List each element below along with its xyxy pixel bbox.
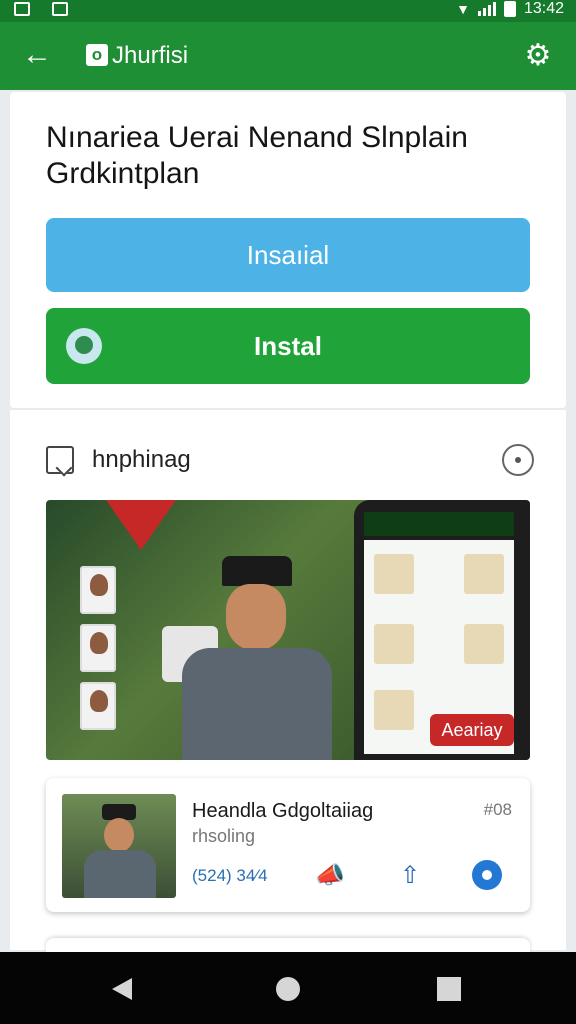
hero-image[interactable]: Aeariay	[46, 500, 530, 760]
person-figure	[162, 556, 342, 760]
megaphone-icon[interactable]: 📣	[314, 860, 346, 892]
back-triangle-icon[interactable]	[112, 978, 132, 1000]
status-notifications	[14, 2, 68, 16]
battery-icon	[503, 1, 516, 17]
status-bar: ▼ 13:42	[0, 0, 576, 22]
app-bar: ← o Jhurfisi ⚙	[0, 22, 576, 90]
body-shape	[84, 850, 156, 898]
photo-frame	[80, 682, 116, 730]
notification-icon	[14, 2, 30, 16]
media-card: hnphinag Aeariay Heandla Gdgoltaiiag rhs…	[10, 410, 566, 952]
primary-action-button[interactable]: Insaıial	[46, 218, 530, 292]
phone-app-bar	[364, 512, 514, 536]
profile-thumb	[464, 554, 504, 594]
eye-icon[interactable]	[472, 860, 502, 890]
share-upload-icon[interactable]: ⇧	[394, 860, 426, 892]
notification-icon	[52, 2, 68, 16]
app-logo: o	[86, 44, 108, 66]
section-header: hnphinag	[46, 440, 536, 480]
system-nav-bar	[0, 952, 576, 1024]
recents-square-icon[interactable]	[437, 977, 461, 1001]
photo-frame	[80, 624, 116, 672]
hat-shape	[222, 556, 292, 586]
signal-icon	[477, 2, 496, 16]
item-thumbnail	[62, 794, 176, 898]
item-title: Heandla Gdgoltaiiag	[192, 800, 374, 822]
list-item[interactable]: Heandla Gdgoltaiiag rhsoling #08 (524) 3…	[46, 778, 530, 912]
profile-thumb	[374, 624, 414, 664]
primary-action-label: Insaıial	[246, 239, 330, 270]
hero-tag-button[interactable]: Aeariay	[430, 714, 514, 746]
main-card: Nınariea Uerai Nenand Slnplain Grdkintpl…	[10, 92, 566, 408]
wifi-icon: ▼	[456, 1, 470, 17]
page-headline: Nınariea Uerai Nenand Slnplain Grdkintpl…	[46, 121, 468, 190]
body-shape	[182, 648, 332, 760]
arrow-left-icon: ←	[22, 38, 52, 71]
section-title: hnphinag	[92, 446, 191, 473]
profile-thumb	[374, 554, 414, 594]
status-time: 13:42	[523, 0, 564, 17]
item-badge: #08	[483, 800, 512, 819]
install-label: Instal	[254, 330, 322, 361]
home-circle-icon[interactable]	[276, 977, 300, 1001]
settings-button[interactable]: ⚙	[518, 36, 558, 76]
back-button[interactable]: ←	[22, 36, 62, 76]
chat-bubble-icon	[66, 328, 102, 364]
next-list-item[interactable]	[46, 938, 530, 952]
status-indicators: ▼ 13:42	[456, 0, 564, 18]
face-shape	[104, 818, 134, 852]
item-count: (524) 34⁄4	[192, 866, 268, 885]
document-icon	[46, 446, 74, 474]
profile-thumb	[464, 624, 504, 664]
more-options-button[interactable]	[502, 444, 534, 476]
flag-decoration	[106, 500, 176, 550]
face-shape	[226, 584, 286, 650]
photo-frame	[80, 566, 116, 614]
app-title: Jhurfisi	[112, 42, 189, 69]
install-button[interactable]: Instal	[46, 308, 530, 384]
profile-thumb	[374, 690, 414, 730]
gear-icon: ⚙	[524, 39, 552, 72]
item-subtitle: rhsoling	[192, 826, 256, 846]
